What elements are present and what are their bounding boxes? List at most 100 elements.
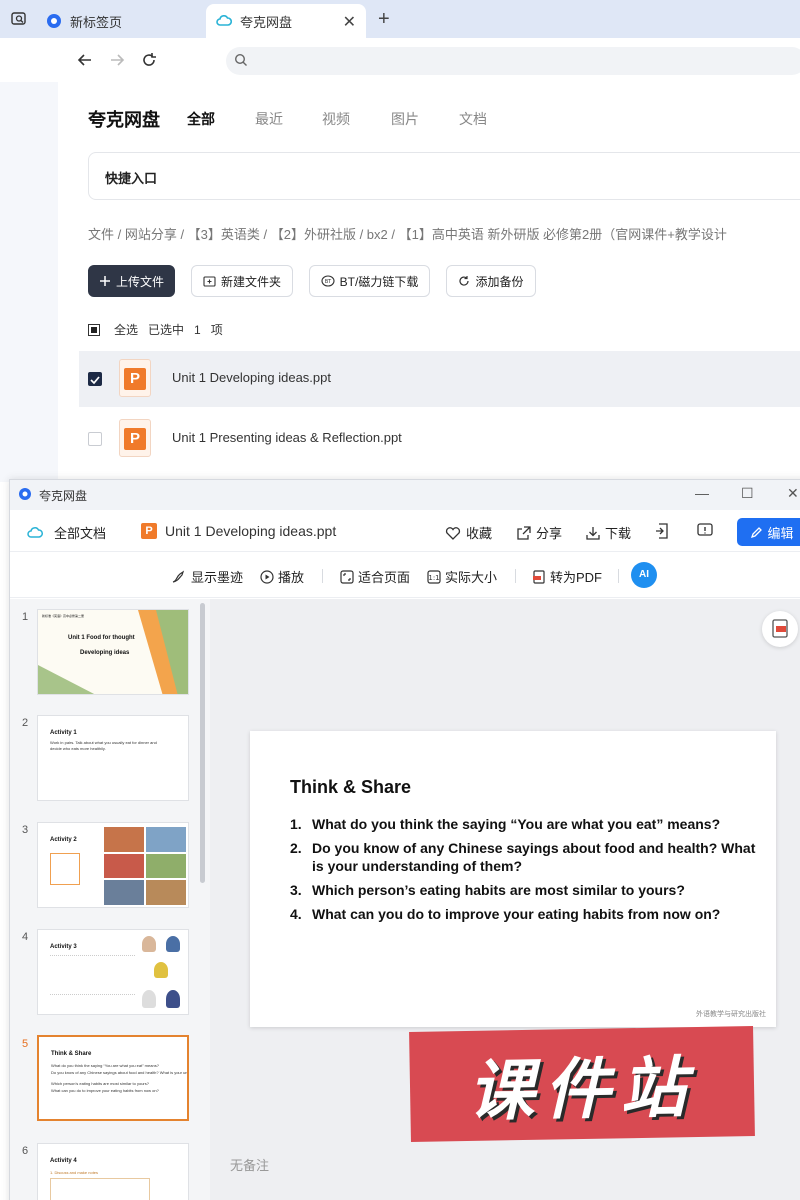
ai-assistant-button[interactable]: AI <box>631 562 657 588</box>
file-checkbox[interactable] <box>88 432 102 446</box>
file-row[interactable]: P Unit 1 Developing ideas.ppt <box>79 351 800 407</box>
watermark-stamp: 课件站 <box>398 1017 766 1151</box>
slide-number: 3 <box>22 824 29 836</box>
brand-title: 夸克网盘 <box>88 110 160 130</box>
quick-entry-label: 快捷入口 <box>105 171 158 186</box>
feedback-icon[interactable] <box>697 523 713 539</box>
edit-label: 编辑 <box>767 525 794 541</box>
watermark-stamp-box: 课件站 <box>409 1026 755 1142</box>
nav-tab-image[interactable]: 图片 <box>391 109 419 129</box>
upload-button[interactable]: 上传文件 <box>88 265 175 297</box>
question-number: 3. <box>290 882 302 898</box>
current-file-name: Unit 1 Developing ideas.ppt <box>165 523 337 539</box>
left-sidebar <box>0 82 58 482</box>
convert-pdf-label: 转为PDF <box>550 570 603 585</box>
quick-entry-panel[interactable]: 快捷入口 <box>88 152 800 200</box>
slide-thumbnail[interactable]: 新标准《英语》高中必修第二册 Unit 1 Food for thought D… <box>37 609 189 695</box>
export-icon[interactable] <box>655 523 669 539</box>
file-row[interactable]: P Unit 1 Presenting ideas & Reflection.p… <box>79 411 800 467</box>
person-photo <box>166 936 180 952</box>
select-all-checkbox[interactable] <box>88 323 100 336</box>
new-folder-button[interactable]: 新建文件夹 <box>191 265 293 297</box>
favorite-button[interactable]: 收藏 <box>445 523 492 542</box>
slide-subtitle: Developing ideas <box>80 650 130 656</box>
sync-icon <box>459 276 470 286</box>
back-arrow-icon[interactable] <box>75 50 95 70</box>
slide-number: 5 <box>22 1038 29 1050</box>
close-window-icon[interactable]: ✕ <box>787 485 799 502</box>
download-label: 下载 <box>605 526 632 541</box>
ink-icon <box>172 570 185 583</box>
download-icon <box>586 526 600 540</box>
tab-search-icon[interactable] <box>10 10 28 28</box>
ppt-file-icon: P <box>119 359 151 397</box>
fit-page-icon <box>340 569 354 584</box>
heart-icon <box>445 526 461 540</box>
tab-label: 夸克网盘 <box>240 14 293 30</box>
question-item: 4. What can you do to improve your eating… <box>290 905 760 923</box>
slide-thumbnail-current[interactable]: Think & Share What do you think the sayi… <box>37 1035 189 1121</box>
slide-thumbnail[interactable]: Activity 3 <box>37 929 189 1015</box>
slide-title: Activity 2 <box>50 837 77 843</box>
select-all-label[interactable]: 全选 <box>114 321 138 338</box>
person-photo <box>166 990 180 1008</box>
pdf-icon <box>772 619 788 638</box>
quark-logo-icon <box>19 488 31 500</box>
nav-tab-all[interactable]: 全部 <box>187 109 215 129</box>
edit-button[interactable]: 编辑 <box>737 518 800 546</box>
file-checkbox[interactable] <box>88 372 102 386</box>
slide-thumbnail[interactable]: Activity 4 1. Discuss and make notes <box>37 1143 189 1200</box>
svg-text:BT: BT <box>324 279 331 285</box>
slide-number: 4 <box>22 931 29 943</box>
convert-pdf-button[interactable]: 转为PDF <box>532 567 602 586</box>
slide-box <box>50 853 80 885</box>
play-button[interactable]: 播放 <box>260 567 304 586</box>
slide-thumbnail[interactable]: Activity 2 <box>37 822 189 908</box>
new-tab-button[interactable]: + <box>378 8 390 31</box>
breadcrumb[interactable]: 文件 / 网站分享 / 【3】英语类 / 【2】外研社版 / bx2 / 【1】… <box>88 224 800 243</box>
url-input[interactable] <box>226 47 800 75</box>
divider <box>322 569 323 583</box>
reload-icon[interactable] <box>139 50 159 70</box>
download-button[interactable]: 下载 <box>586 523 631 542</box>
pdf-float-button[interactable] <box>762 611 798 647</box>
check-icon <box>90 376 100 385</box>
share-label: 分享 <box>536 526 563 541</box>
show-ink-button[interactable]: 显示墨迹 <box>171 567 243 586</box>
share-button[interactable]: 分享 <box>517 523 562 542</box>
fit-page-label: 适合页面 <box>358 570 411 585</box>
question-text: Do you know of any Chinese sayings about… <box>312 840 756 874</box>
add-backup-button[interactable]: 添加备份 <box>446 265 536 297</box>
quark-logo-icon <box>47 14 61 28</box>
forward-arrow-icon[interactable] <box>107 50 127 70</box>
tab-new-tab[interactable]: 新标签页 <box>46 4 204 38</box>
bt-download-button[interactable]: BT BT/磁力链下载 <box>309 265 430 297</box>
question-number: 4. <box>290 906 302 922</box>
all-documents-label: 全部文档 <box>54 526 107 541</box>
selection-bar: 全选 已选中 1 项 <box>88 321 223 338</box>
pencil-icon <box>751 526 763 538</box>
slide-thumbnail[interactable]: Activity 1 Work in pairs. Talk about wha… <box>37 715 189 801</box>
nav-tab-document[interactable]: 文档 <box>459 109 487 129</box>
all-documents-button[interactable]: 全部文档 <box>27 523 106 542</box>
file-name[interactable]: Unit 1 Presenting ideas & Reflection.ppt <box>172 430 402 445</box>
nav-tab-video[interactable]: 视频 <box>322 109 350 129</box>
fit-page-button[interactable]: 适合页面 <box>340 567 410 586</box>
close-tab-icon[interactable]: ✕ <box>343 12 356 32</box>
watermark-text: 课件站 <box>467 1049 697 1130</box>
question-item: 3. Which person’s eating habits are most … <box>290 881 760 899</box>
tab-quark-drive[interactable]: 夸克网盘 ✕ <box>206 4 366 38</box>
actual-size-button[interactable]: 1:1 实际大小 <box>427 567 497 586</box>
slide-line: What do you think the saying “You are wh… <box>51 1063 159 1068</box>
minimize-icon[interactable]: — <box>695 485 709 501</box>
nav-tab-recent[interactable]: 最近 <box>255 109 283 129</box>
play-icon <box>260 569 274 584</box>
maximize-icon[interactable]: ☐ <box>741 485 754 502</box>
file-name[interactable]: Unit 1 Developing ideas.ppt <box>172 370 331 385</box>
show-ink-label: 显示墨迹 <box>191 570 244 585</box>
person-photo <box>154 962 168 978</box>
search-icon <box>234 53 247 66</box>
divider <box>618 569 619 583</box>
thumbnail-scrollbar[interactable] <box>200 603 205 883</box>
person-photo <box>142 936 156 952</box>
